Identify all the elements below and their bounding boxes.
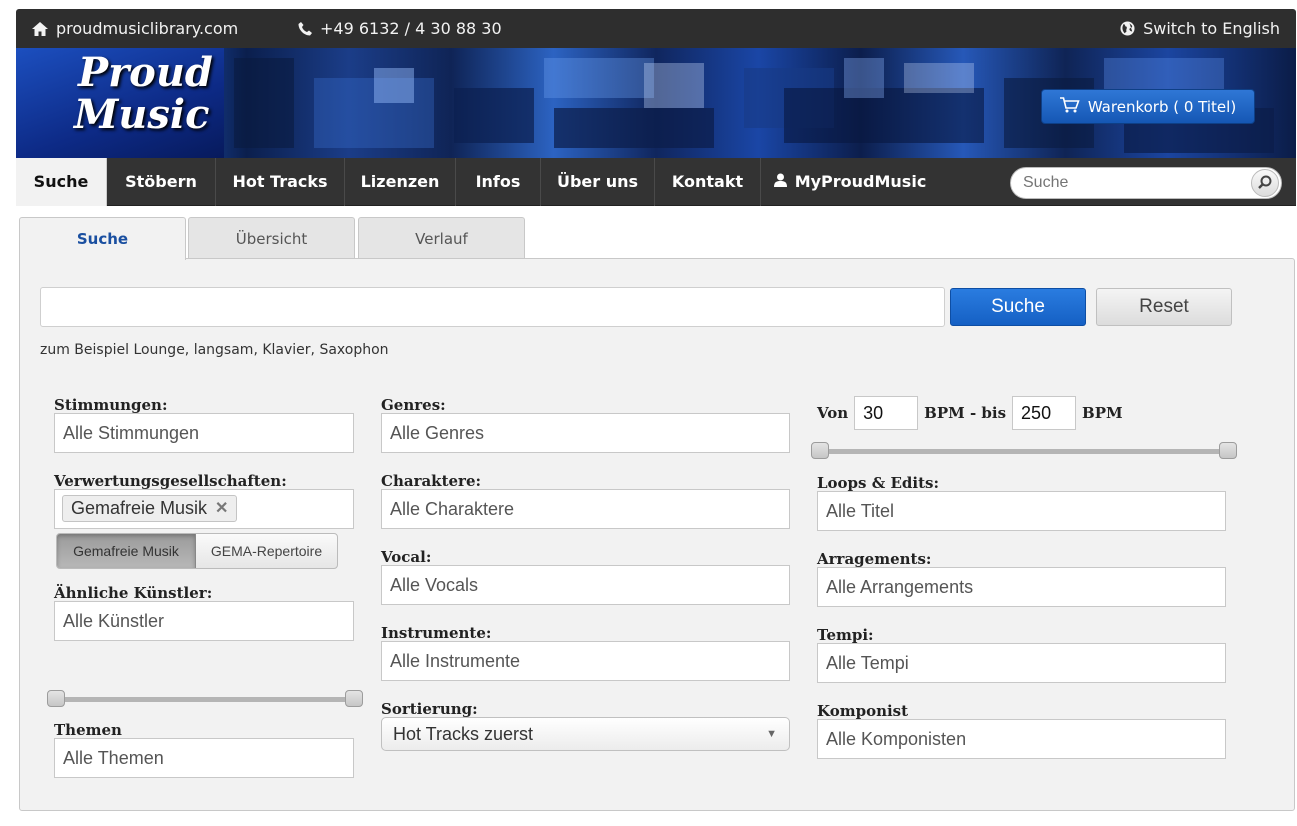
genres-label: Genres: bbox=[381, 396, 446, 414]
nav-hot-tracks[interactable]: Hot Tracks bbox=[216, 158, 345, 206]
nav-stoebern[interactable]: Stöbern bbox=[107, 158, 216, 206]
main-nav: Suche Stöbern Hot Tracks Lizenzen Infos … bbox=[16, 158, 1296, 206]
chevron-down-icon: ▼ bbox=[766, 728, 777, 740]
bpm-slider bbox=[811, 442, 1237, 460]
vocal-label: Vocal: bbox=[381, 548, 432, 566]
language-switch[interactable]: Switch to English bbox=[1120, 9, 1280, 48]
search-icon bbox=[1258, 174, 1272, 193]
loops-label: Loops & Edits: bbox=[817, 474, 940, 492]
sortierung-label: Sortierung: bbox=[381, 700, 478, 718]
nav-infos[interactable]: Infos bbox=[456, 158, 541, 206]
komponist-label: Komponist bbox=[817, 702, 909, 720]
chip-label: Gemafreie Musik bbox=[71, 498, 208, 518]
bpm-to-input[interactable] bbox=[1012, 396, 1077, 430]
bpm-unit-label: BPM bbox=[1082, 404, 1123, 422]
site-link[interactable]: proudmusiclibrary.com bbox=[32, 9, 238, 48]
charaktere-field[interactable]: Alle Charaktere bbox=[381, 489, 790, 529]
nav-suche[interactable]: Suche bbox=[16, 158, 107, 206]
nav-search-button[interactable] bbox=[1251, 169, 1279, 197]
logo[interactable]: Proud Music bbox=[16, 48, 224, 158]
slider-handle-max[interactable] bbox=[345, 690, 363, 707]
user-icon bbox=[773, 158, 787, 206]
tab-suche[interactable]: Suche bbox=[19, 217, 186, 260]
stimmungen-field[interactable]: Alle Stimmungen bbox=[54, 413, 354, 453]
search-button[interactable]: Suche bbox=[950, 288, 1086, 326]
search-hint: zum Beispiel Lounge, langsam, Klavier, S… bbox=[40, 342, 389, 358]
logo-text: Proud Music bbox=[74, 49, 213, 138]
bpm-von-label: Von bbox=[817, 404, 849, 422]
sortierung-select[interactable]: Hot Tracks zuerst ▼ bbox=[381, 717, 790, 751]
charaktere-label: Charaktere: bbox=[381, 472, 482, 490]
main-search-input[interactable] bbox=[40, 287, 945, 327]
reset-button[interactable]: Reset bbox=[1096, 288, 1232, 326]
stimmungen-label: Stimmungen: bbox=[54, 396, 168, 414]
globe-icon bbox=[1120, 21, 1135, 36]
instrumente-label: Instrumente: bbox=[381, 624, 492, 642]
toggle-gemafrei[interactable]: Gemafreie Musik bbox=[57, 534, 196, 568]
kuenstler-label: Ähnliche Künstler: bbox=[54, 584, 213, 602]
nav-search-box bbox=[1010, 167, 1282, 199]
slider-track bbox=[55, 697, 355, 702]
tempi-field[interactable]: Alle Tempi bbox=[817, 643, 1226, 683]
bpm-from-input[interactable] bbox=[854, 396, 919, 430]
themen-label: Themen bbox=[54, 721, 122, 739]
chip-remove-icon[interactable]: ✕ bbox=[215, 496, 228, 521]
tab-verlauf[interactable]: Verlauf bbox=[358, 217, 525, 259]
range-slider bbox=[47, 690, 363, 708]
nav-myproudmusic-label: MyProudMusic bbox=[794, 172, 927, 191]
komponist-field[interactable]: Alle Komponisten bbox=[817, 719, 1226, 759]
nav-ueber-uns[interactable]: Über uns bbox=[541, 158, 655, 206]
bpm-range: Von BPM - bis BPM bbox=[817, 396, 1123, 430]
cart-icon bbox=[1059, 96, 1080, 117]
phone-number: +49 6132 / 4 30 88 30 bbox=[320, 19, 502, 38]
slider-handle-min[interactable] bbox=[47, 690, 65, 707]
nav-lizenzen[interactable]: Lizenzen bbox=[345, 158, 456, 206]
nav-search-input[interactable] bbox=[1023, 172, 1243, 194]
nav-myproudmusic[interactable]: MyProudMusic bbox=[761, 158, 939, 206]
page: proudmusiclibrary.com +49 6132 / 4 30 88… bbox=[0, 0, 1297, 826]
home-icon bbox=[32, 21, 48, 36]
site-name: proudmusiclibrary.com bbox=[56, 19, 239, 38]
bpm-handle-max[interactable] bbox=[1219, 442, 1237, 459]
sortierung-value: Hot Tracks zuerst bbox=[393, 724, 534, 744]
vocal-field[interactable]: Alle Vocals bbox=[381, 565, 790, 605]
tab-uebersicht[interactable]: Übersicht bbox=[188, 217, 355, 259]
bpm-handle-min[interactable] bbox=[811, 442, 829, 459]
cart-label: Warenkorb ( 0 Titel) bbox=[1087, 97, 1237, 116]
language-label: Switch to English bbox=[1143, 19, 1280, 38]
instrumente-field[interactable]: Alle Instrumente bbox=[381, 641, 790, 681]
arrangements-label: Arragements: bbox=[817, 550, 932, 568]
phone-icon bbox=[298, 21, 312, 36]
toggle-gema-repertoire[interactable]: GEMA-Repertoire bbox=[196, 534, 337, 568]
themen-field[interactable]: Alle Themen bbox=[54, 738, 354, 778]
bpm-slider-track bbox=[819, 449, 1229, 454]
gemafrei-chip: Gemafreie Musik ✕ bbox=[62, 495, 238, 522]
genres-field[interactable]: Alle Genres bbox=[381, 413, 790, 453]
verwertung-toggle: Gemafreie Musik GEMA-Repertoire bbox=[56, 533, 338, 569]
loops-field[interactable]: Alle Titel bbox=[817, 491, 1226, 531]
verwertung-label: Verwertungsgesellschaften: bbox=[54, 472, 287, 490]
kuenstler-field[interactable]: Alle Künstler bbox=[54, 601, 354, 641]
top-bar: proudmusiclibrary.com +49 6132 / 4 30 88… bbox=[16, 9, 1296, 48]
cart-button[interactable]: Warenkorb ( 0 Titel) bbox=[1041, 89, 1255, 124]
arrangements-field[interactable]: Alle Arrangements bbox=[817, 567, 1226, 607]
bpm-bis-label: BPM - bis bbox=[924, 404, 1007, 422]
phone-link[interactable]: +49 6132 / 4 30 88 30 bbox=[298, 9, 502, 48]
nav-kontakt[interactable]: Kontakt bbox=[655, 158, 761, 206]
tempi-label: Tempi: bbox=[817, 626, 874, 644]
